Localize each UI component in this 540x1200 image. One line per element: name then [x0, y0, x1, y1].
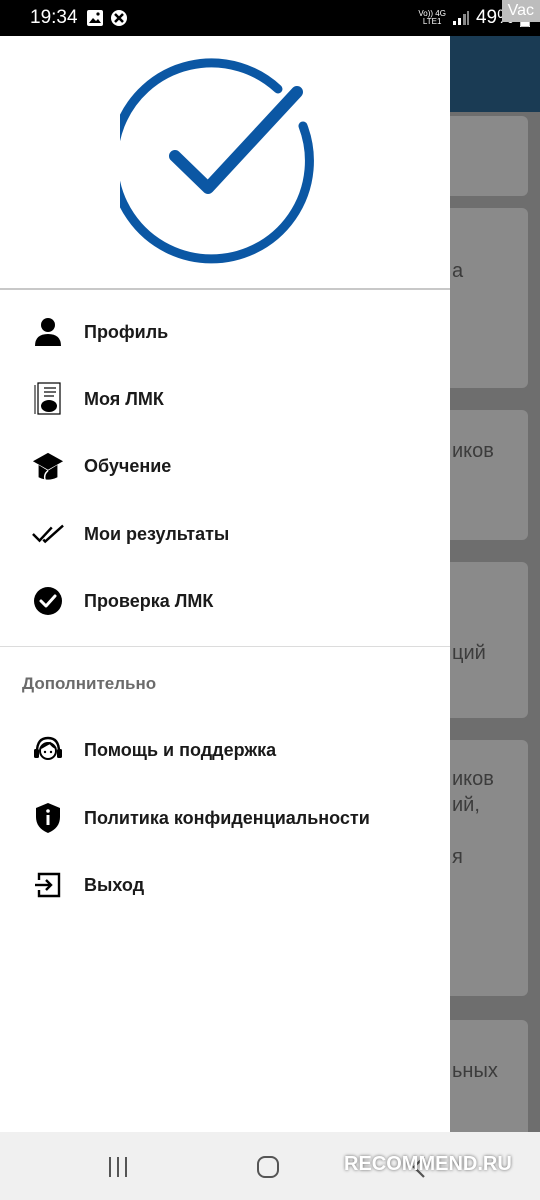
network-indicator: Vo)) 4G LTE1	[418, 9, 446, 26]
menu-item-check-lmk[interactable]: Проверка ЛМК	[0, 569, 450, 633]
person-icon	[32, 316, 64, 348]
menu-label: Обучение	[84, 455, 172, 476]
drawer-header	[0, 36, 450, 290]
menu-label: Проверка ЛМК	[84, 590, 214, 611]
status-bar: 19:34 Vo)) 4G LTE1 49%	[0, 0, 540, 36]
watermark: RECOMMEND.RU	[344, 1153, 512, 1175]
home-icon	[257, 1156, 279, 1178]
menu-item-my-results[interactable]: Мои результаты	[0, 502, 450, 566]
shield-info-icon	[32, 802, 64, 834]
image-icon	[87, 10, 103, 26]
support-agent-icon	[32, 734, 64, 766]
corner-badge: Vac	[501, 0, 540, 22]
signal-icon	[452, 11, 469, 25]
menu-label: Моя ЛМК	[84, 388, 164, 409]
menu-label: Политика конфиденциальности	[84, 807, 370, 828]
menu-item-privacy-policy[interactable]: Политика конфиденциальности	[0, 786, 450, 850]
navigation-drawer: Профиль Моя ЛМК Обучение Мои результаты …	[0, 36, 450, 1132]
menu-item-learning[interactable]: Обучение	[0, 434, 450, 498]
menu-item-my-lmk[interactable]: Моя ЛМК	[0, 367, 450, 431]
status-time: 19:34	[30, 7, 78, 28]
recent-apps-icon	[109, 1157, 127, 1177]
medical-book-icon	[32, 382, 64, 415]
recent-apps-button[interactable]	[98, 1152, 138, 1182]
status-notification-icons	[86, 9, 128, 27]
menu-label: Помощь и поддержка	[84, 739, 277, 760]
menu-label: Мои результаты	[84, 523, 230, 544]
check-circle-icon	[32, 585, 64, 617]
menu-label: Профиль	[84, 321, 169, 342]
graduation-cap-icon	[32, 450, 64, 482]
menu-label: Выход	[84, 874, 145, 895]
menu-item-profile[interactable]: Профиль	[0, 300, 450, 364]
menu-item-logout[interactable]: Выход	[0, 853, 450, 917]
section-title: Дополнительно	[22, 674, 157, 693]
menu-item-help-support[interactable]: Помощь и поддержка	[0, 718, 450, 782]
app-notification-icon	[111, 10, 127, 26]
home-button[interactable]	[248, 1152, 288, 1182]
logout-icon	[32, 869, 64, 901]
menu-divider	[0, 646, 450, 647]
double-check-icon	[32, 518, 64, 550]
app-logo-icon	[120, 58, 314, 264]
